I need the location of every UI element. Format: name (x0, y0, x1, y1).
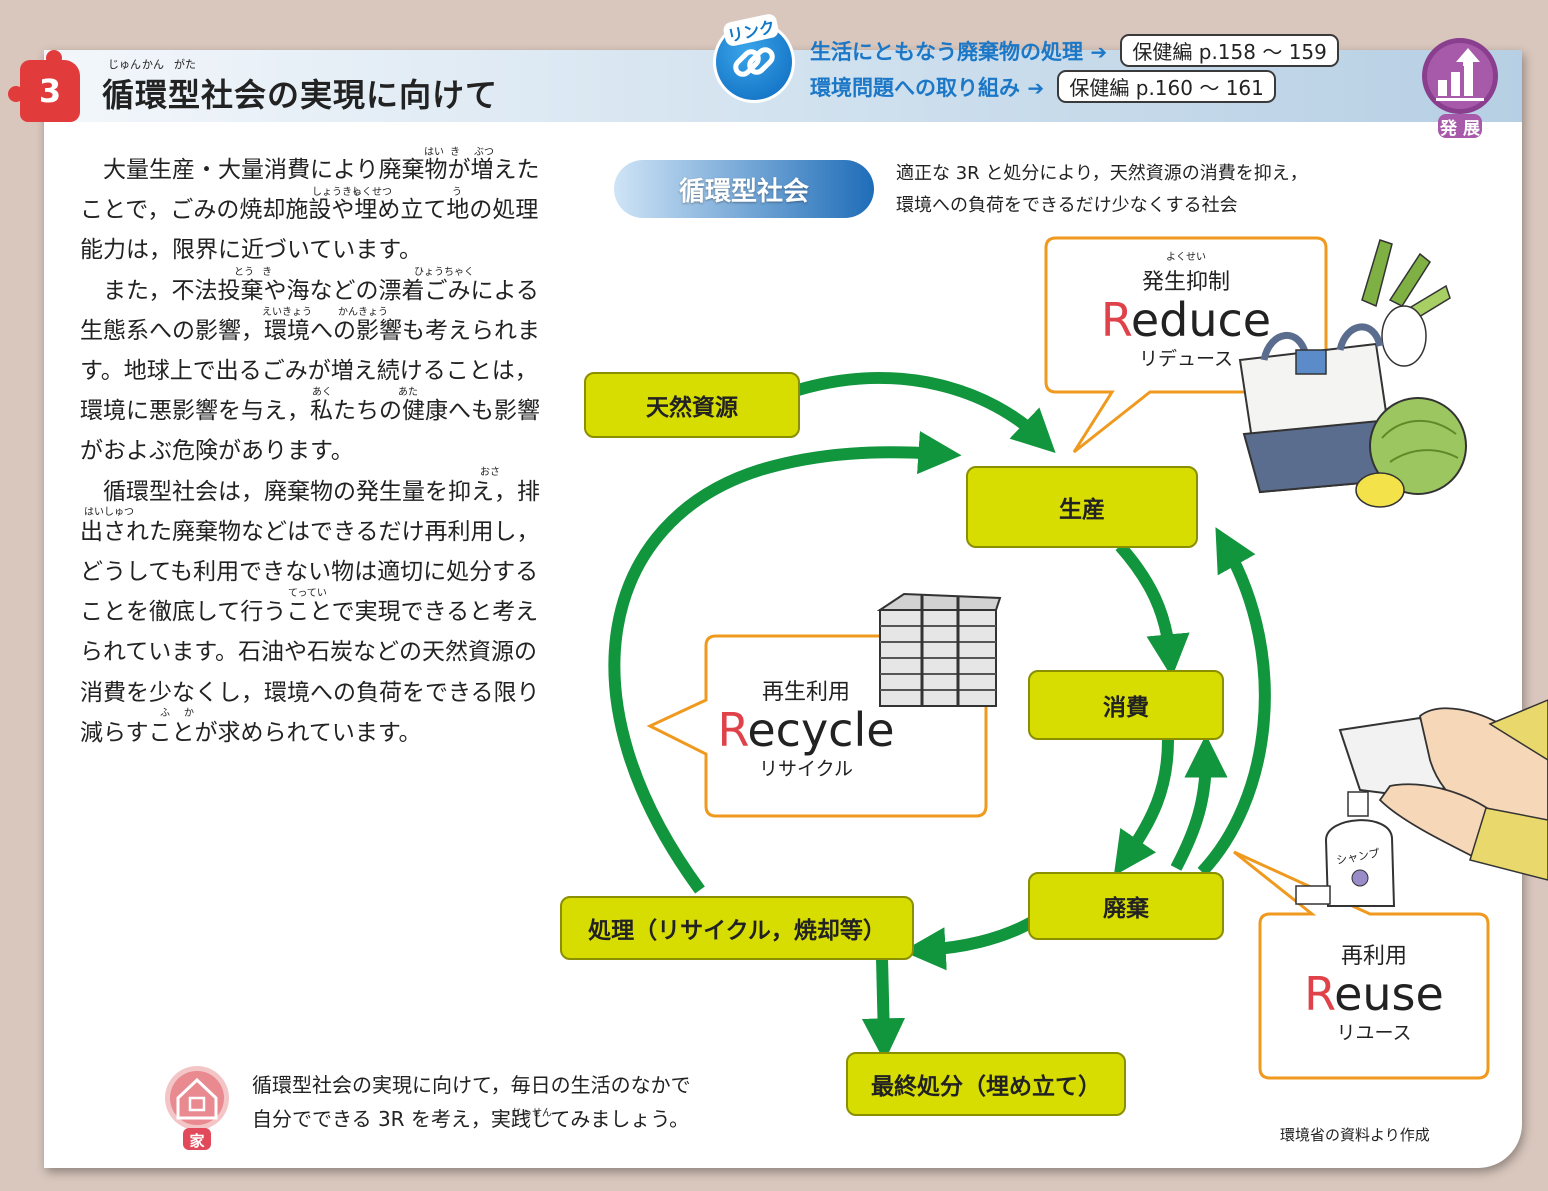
page: 3 じゅん かん がた 循環型社会の実現に向けて リンク 生活にともなう廃棄物の… (0, 0, 1548, 1191)
source-note: 環境省の資料より作成 (1280, 1126, 1430, 1144)
reduce-ruby: よくせい (1166, 252, 1206, 263)
recycle-katakana: リサイクル (758, 758, 854, 781)
arrow-disposal-to-consumption (1170, 734, 1228, 871)
reuse-english: Reuse (1260, 970, 1488, 1018)
recycle-japanese: 再生利用 (761, 680, 850, 705)
recycle-initial: R (717, 703, 748, 757)
reuse-callout-text: 再利用 Reuse リユース (1260, 938, 1488, 1045)
reduce-initial: R (1100, 293, 1131, 347)
home-label: 家 (189, 1132, 205, 1150)
node-consumption: 消費 (1028, 670, 1224, 740)
node-natural-resources: 天然資源 (584, 372, 800, 438)
arrow-treatment-to-landfill (861, 957, 906, 1062)
node-final-disposal: 最終処分（埋め立て） (846, 1052, 1126, 1116)
home-tip-line-1: 循環型社会の実現に向けて，毎日の生活のなかで (252, 1073, 691, 1097)
reduce-english: Reduce (1046, 296, 1326, 344)
arrow-consumption-to-disposal (1113, 739, 1174, 876)
recycle-english: Recycle (706, 706, 906, 754)
reduce-rest: educe (1130, 293, 1272, 347)
node-treatment: 処理（リサイクル，焼却等） (560, 896, 914, 960)
recycle-callout-text: 再生利用 Recycle リサイクル (706, 674, 906, 781)
arrow-production-to-consumption (1115, 542, 1190, 678)
reduce-japanese: 発生抑制 (1141, 270, 1230, 295)
reuse-japanese: 再利用 (1340, 944, 1407, 969)
arrow-resource-to-production (796, 372, 1056, 453)
reuse-rest: euse (1334, 967, 1444, 1021)
reuse-katakana: リユース (1336, 1022, 1412, 1045)
reuse-initial: R (1304, 967, 1335, 1021)
reduce-katakana: リデュース (1138, 348, 1234, 371)
recycle-rest: ecycle (747, 703, 895, 757)
home-tip-line-2: 自分でできる 3R を考え，実践してみましょう。 (252, 1107, 690, 1131)
node-disposal: 廃棄 (1028, 872, 1224, 940)
reduce-callout-text: よくせい 発生抑制 Reduce リデュース (1046, 252, 1326, 371)
arrow-disposal-to-treatment (902, 916, 1035, 971)
shampoo-refill-illustration (1295, 699, 1548, 907)
home-tip: 循環型社会の実現に向けて，毎日の生活のなかで 自分でできる 3R を考え，実践し… (252, 1068, 691, 1136)
node-production: 生産 (966, 466, 1198, 548)
